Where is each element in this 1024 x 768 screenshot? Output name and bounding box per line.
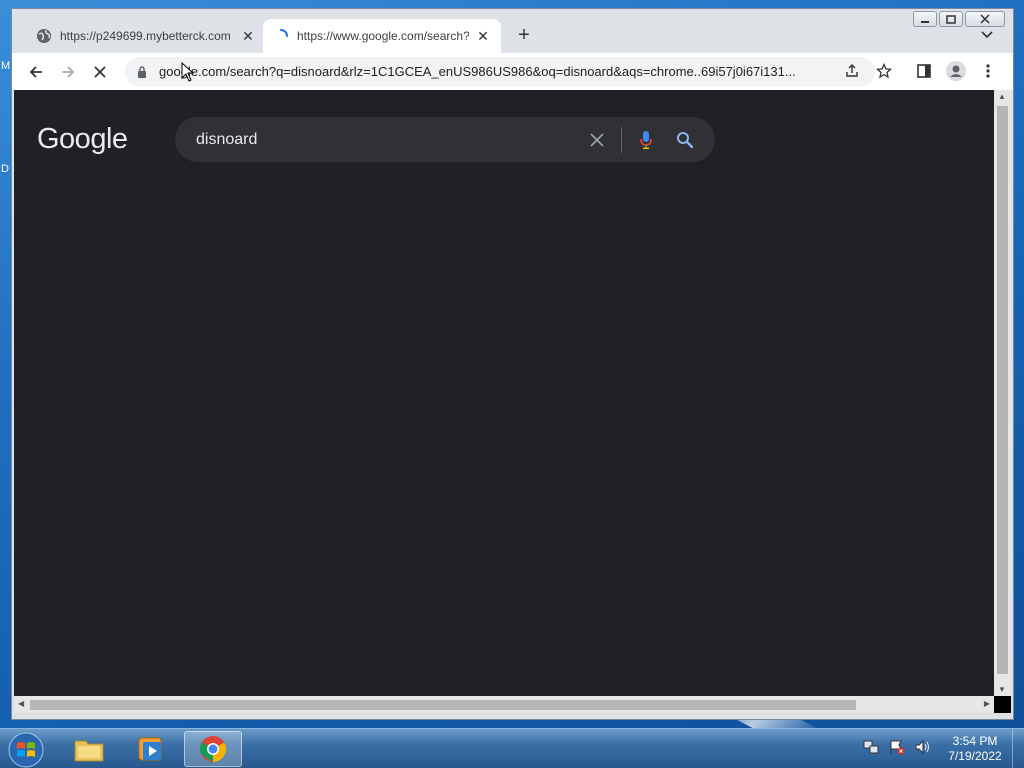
windows-logo-icon — [8, 732, 44, 768]
media-player-icon — [138, 737, 162, 761]
arrow-left-icon — [29, 66, 42, 78]
chrome-icon — [200, 736, 227, 763]
lock-icon — [138, 65, 146, 78]
url-text: google.com/search?q=disnoard&rlz=1C1GCEA… — [159, 64, 796, 79]
desktop-icon-label-1[interactable]: M — [1, 60, 10, 72]
taskbar-explorer[interactable] — [60, 731, 118, 767]
share-icon — [846, 64, 858, 77]
arrow-right-icon — [62, 66, 75, 78]
tab-strip: https://p249699.mybetterck.com ✕ https:/… — [12, 19, 1013, 53]
forward-button[interactable] — [55, 59, 81, 85]
new-tab-button[interactable]: + — [512, 23, 536, 47]
microphone-icon — [640, 131, 652, 149]
search-divider — [621, 127, 622, 153]
menu-button[interactable] — [976, 59, 1000, 83]
address-bar[interactable]: google.com/search?q=disnoard&rlz=1C1GCEA… — [125, 57, 875, 86]
scrollbar-thumb[interactable] — [30, 700, 856, 710]
loading-spinner-icon — [280, 29, 288, 37]
search-icon — [677, 132, 694, 149]
toolbar: google.com/search?q=disnoard&rlz=1C1GCEA… — [12, 53, 1013, 90]
scroll-down-icon[interactable]: ▼ — [998, 685, 1006, 694]
search-input[interactable]: disnoard — [196, 131, 257, 149]
chrome-window: https://p249699.mybetterck.com ✕ https:/… — [11, 8, 1014, 720]
search-button[interactable] — [673, 128, 697, 152]
show-desktop-button[interactable] — [1012, 729, 1024, 768]
tab-close-button[interactable]: ✕ — [475, 28, 491, 45]
vertical-scrollbar[interactable]: ▲ ▼ — [994, 90, 1011, 696]
star-icon — [876, 63, 892, 79]
search-box[interactable]: disnoard — [175, 117, 715, 162]
close-icon — [590, 133, 604, 147]
tab-title: https://www.google.com/search?q — [297, 29, 469, 43]
horizontal-scrollbar[interactable]: ◀ ▶ — [14, 696, 994, 713]
scroll-left-icon[interactable]: ◀ — [18, 699, 24, 708]
voice-search-button[interactable] — [634, 128, 658, 152]
scrollbar-corner — [994, 696, 1011, 713]
google-logo[interactable]: Google — [37, 123, 128, 156]
back-button[interactable] — [23, 59, 49, 85]
chevron-down-icon — [981, 31, 993, 39]
avatar-icon — [946, 61, 966, 81]
scroll-right-icon[interactable]: ▶ — [984, 699, 990, 708]
clear-search-button[interactable] — [585, 128, 609, 152]
volume-icon[interactable] — [914, 739, 932, 755]
tab-mybetterck[interactable]: https://p249699.mybetterck.com ✕ — [26, 19, 266, 53]
stop-icon — [94, 66, 106, 78]
taskbar-media-player[interactable] — [122, 731, 180, 767]
mouse-cursor-icon — [181, 62, 195, 82]
start-button[interactable] — [6, 731, 46, 768]
system-tray — [862, 739, 932, 755]
profile-button[interactable] — [944, 59, 968, 83]
tab-title: https://p249699.mybetterck.com — [60, 29, 231, 43]
folder-icon — [74, 740, 104, 762]
network-icon[interactable] — [862, 739, 880, 755]
desktop-icon-label-2[interactable]: D — [1, 163, 9, 175]
tab-search-button[interactable] — [975, 23, 999, 47]
clock-time: 3:54 PM — [952, 734, 998, 748]
taskbar-chrome[interactable] — [184, 731, 242, 767]
page-content: Google disnoard — [14, 90, 994, 696]
side-panel-button[interactable] — [912, 59, 936, 83]
scrollbar-thumb[interactable] — [997, 106, 1008, 674]
tab-close-button[interactable]: ✕ — [240, 28, 256, 45]
scroll-up-icon[interactable]: ▲ — [998, 92, 1006, 101]
kebab-menu-icon — [986, 64, 990, 78]
tab-google-search[interactable]: https://www.google.com/search?q ✕ — [263, 19, 501, 53]
globe-icon — [37, 29, 51, 43]
bookmark-button[interactable] — [872, 59, 896, 83]
share-button[interactable] — [840, 59, 864, 83]
action-center-flag-icon[interactable] — [888, 739, 906, 755]
stop-loading-button[interactable] — [87, 59, 113, 85]
clock[interactable]: 3:54 PM 7/19/2022 — [935, 734, 1015, 764]
taskbar: 3:54 PM 7/19/2022 — [0, 728, 1024, 768]
clock-date: 7/19/2022 — [948, 749, 1002, 763]
side-panel-icon — [917, 64, 931, 78]
